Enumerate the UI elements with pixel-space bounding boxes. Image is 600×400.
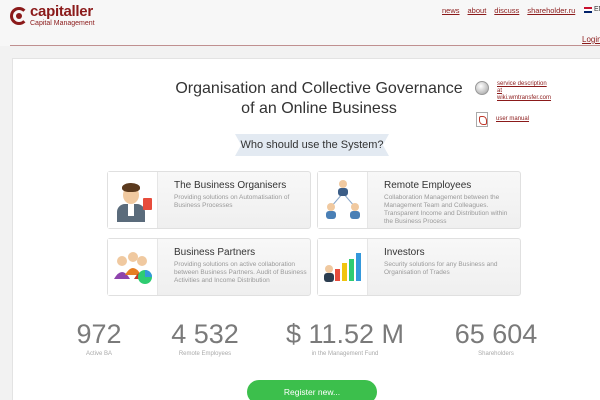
stat-label: in the Management Fund [311, 351, 379, 357]
stat-management-fund: $ 11.52 M in the Management Fund [285, 320, 405, 357]
logo-subtitle: Capital Management [30, 20, 95, 27]
user-manual-label: user manual [496, 116, 530, 122]
uk-flag-icon [584, 6, 592, 13]
stat-shareholders: 65 604 Shareholders [436, 320, 556, 357]
service-description-label: service description at wiki.wmtransfer.c… [497, 81, 552, 101]
card-business-organisers[interactable]: The Business Organisers Providing soluti… [107, 171, 311, 229]
wiki-globe-icon [475, 81, 489, 95]
logo-name: capitaller [30, 3, 93, 20]
language-label: EN [594, 6, 600, 13]
card-title: Investors [384, 247, 425, 258]
stat-value: 4 532 [171, 319, 239, 349]
nav-news-link[interactable]: news [442, 6, 460, 15]
main-panel: Organisation and Collective Governance o… [12, 58, 600, 400]
logo[interactable]: capitaller Capital Management [10, 4, 95, 27]
register-button[interactable]: Register new... [247, 380, 377, 400]
card-description: Collaboration Management between the Man… [384, 194, 508, 225]
stat-value: 972 [76, 319, 122, 349]
pdf-icon [476, 112, 488, 127]
card-description: Providing solutions on Automatisation of… [174, 194, 290, 209]
service-description-link[interactable]: service description at wiki.wmtransfer.c… [475, 81, 553, 102]
stat-label: Remote Employees [178, 351, 232, 357]
title-line-1: Organisation and Collective Governance [175, 80, 463, 97]
login-link[interactable]: Login [582, 35, 600, 44]
page-title: Organisation and Collective Governance o… [173, 79, 465, 119]
remote-team-icon [318, 172, 368, 228]
card-business-partners[interactable]: Business Partners Providing solutions on… [107, 238, 311, 296]
header-divider [10, 45, 600, 46]
stat-value: $ 11.52 M [285, 319, 405, 349]
top-nav: news about discuss shareholder.ru [442, 6, 575, 15]
side-links: service description at wiki.wmtransfer.c… [475, 81, 553, 137]
nav-about-link[interactable]: about [468, 6, 487, 15]
card-title: Business Partners [174, 247, 256, 258]
investors-chart-icon [318, 239, 368, 295]
partners-icon [108, 239, 158, 295]
stat-label: Active BA [85, 351, 112, 357]
stat-remote-employees: 4 532 Remote Employees [145, 320, 265, 357]
card-title: The Business Organisers [174, 180, 287, 191]
site-header: capitaller Capital Management news about… [0, 0, 600, 46]
stat-value: 65 604 [454, 319, 538, 349]
nav-discuss-link[interactable]: discuss [494, 6, 519, 15]
language-selector[interactable]: EN [584, 6, 600, 13]
card-title: Remote Employees [384, 180, 472, 191]
card-description: Providing solutions on active collaborat… [174, 261, 307, 284]
card-description: Security solutions for any Business and … [384, 261, 498, 276]
nav-shareholder-link[interactable]: shareholder.ru [527, 6, 575, 15]
logo-icon [10, 6, 28, 25]
section-ribbon: Who should use the System? [235, 134, 389, 156]
stat-active-ba: 972 Active BA [39, 320, 159, 357]
stat-label: Shareholders [478, 351, 514, 357]
organiser-icon [108, 172, 158, 228]
card-remote-employees[interactable]: Remote Employees Collaboration Managemen… [317, 171, 521, 229]
title-line-2: of an Online Business [241, 100, 397, 117]
card-investors[interactable]: Investors Security solutions for any Bus… [317, 238, 521, 296]
user-manual-link[interactable]: user manual [475, 112, 553, 127]
